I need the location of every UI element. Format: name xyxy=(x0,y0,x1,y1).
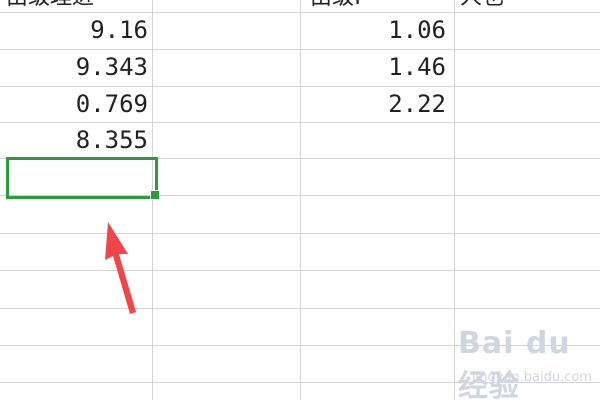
spreadsheet-grid[interactable]: 由级理进 由级F 人也 9.16 9.343 0.769 8.355 1.06 … xyxy=(0,0,600,404)
watermark-url: jingyan.baidu.com xyxy=(472,370,592,385)
watermark-logo: Bai du 经验 xyxy=(458,326,571,404)
watermark: Bai du 经验 jingyan.baidu.com xyxy=(458,326,598,404)
